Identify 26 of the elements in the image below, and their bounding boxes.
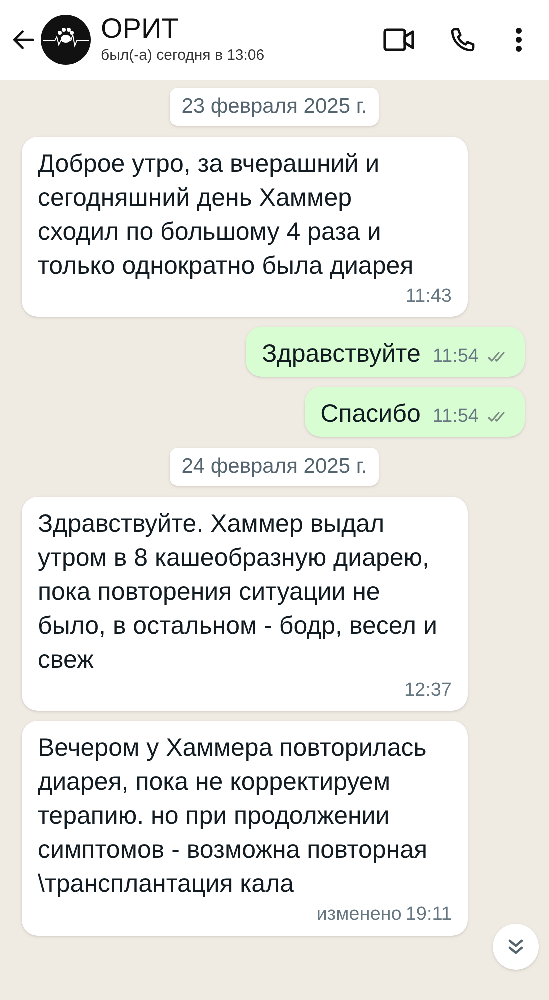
message-bubble[interactable]: Здравствуйте. Хаммер выдал утром в 8 кашеобразную диарею, пока повторения ситуации не было, в остальном - бодр, весел и свеж 12:37 [22,496,468,711]
message-bubble[interactable]: Спасибо 11:54 [304,387,525,437]
message-time: 12:37 [404,678,452,702]
message-text: Здравствуйте [262,339,421,370]
edited-label: изменено [316,903,402,927]
double-chevron-down-icon [506,937,526,957]
message-time: 11:54 [432,344,479,368]
phone-icon[interactable] [449,26,477,54]
message-text: Вечером у Хаммера повторилась диарея, пока не корректируем терапию. но при продолжении симптомов - возможна повторная \трансплантация кала [38,733,429,900]
contact-name[interactable]: ОРИТ [101,12,383,45]
message-text: Доброе утро, за вчерашний и сегодняшний день Хаммер сходил по большому 4 раза и только однократно была диарея [38,148,415,282]
more-options-icon[interactable] [515,27,523,53]
date-chip: 24 февраля 2025 г. [170,448,380,486]
message-text: Спасибо [320,399,421,430]
video-camera-icon[interactable] [383,27,415,53]
message-bubble[interactable]: Доброе утро, за вчерашний и сегодняшний день Хаммер сходил по большому 4 раза и только однократно была диарея 11:43 [22,136,468,317]
message-bubble[interactable]: Здравствуйте 11:54 [246,327,525,377]
avatar[interactable] [41,15,91,65]
date-chip: 23 февраля 2025 г. [170,88,380,126]
message-time: 19:11 [406,903,452,927]
message-bubble[interactable]: Вечером у Хаммера повторилась диарея, пока не корректируем терапию. но при продолжении симптомов - возможна повторная \трансплантация кала изменено 19:11 [22,721,468,936]
last-seen-status: был(-а) сегодня в 13:06 [101,46,266,66]
message-time: 11:54 [432,404,479,428]
message-time: 11:43 [406,284,452,308]
message-text: Здравствуйте. Хаммер выдал утром в 8 кашеобразную диарею, пока повторения ситуации не было, в остальном - бодр, весел и свеж [38,508,438,676]
scroll-down-button[interactable] [493,924,539,970]
